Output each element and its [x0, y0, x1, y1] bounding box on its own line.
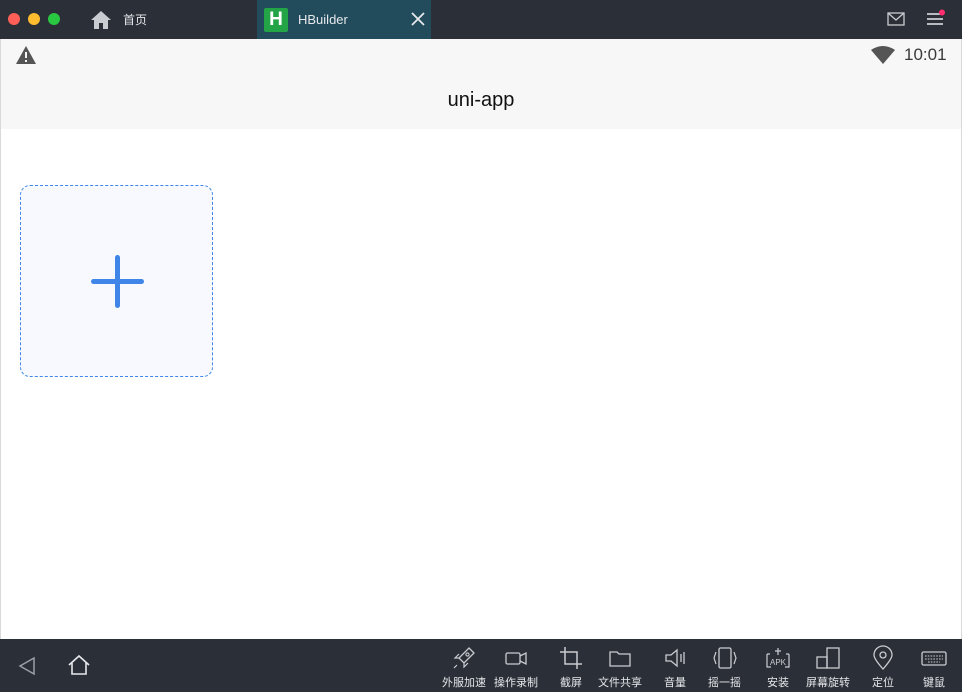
rotate-screen-button[interactable]: 屏幕旋转 [806, 645, 850, 690]
location-label: 定位 [872, 676, 894, 689]
back-triangle-icon[interactable] [16, 655, 38, 677]
volume-label: 音量 [664, 676, 686, 689]
home-outline-icon[interactable] [66, 653, 92, 677]
location-pin-icon [873, 645, 893, 670]
maximize-window-button[interactable] [48, 13, 60, 25]
mail-icon[interactable] [886, 10, 906, 28]
install-apk-button[interactable]: APK 安装 [765, 645, 791, 690]
accelerate-button[interactable]: 外服加速 [442, 645, 486, 690]
tab-home[interactable]: 首页 [80, 0, 256, 39]
menu-icon[interactable] [925, 9, 947, 29]
rotate-screen-icon [816, 647, 840, 669]
tab-hbuilder-label: HBuilder [298, 12, 348, 27]
close-window-button[interactable] [8, 13, 20, 25]
record-button[interactable]: 操作录制 [494, 645, 538, 690]
apk-icon: APK [766, 648, 790, 668]
file-share-button[interactable]: 文件共享 [598, 645, 642, 690]
warning-icon [16, 46, 36, 64]
tab-home-label: 首页 [123, 13, 148, 27]
keyboard-mouse-button[interactable]: 键鼠 [921, 645, 947, 690]
tab-hbuilder[interactable]: H HBuilder [257, 0, 431, 39]
crop-icon [560, 647, 582, 669]
upload-image-button[interactable] [20, 185, 213, 377]
app-content [1, 129, 961, 639]
status-time: 10:01 [904, 45, 947, 64]
volume-icon [665, 648, 685, 668]
accelerate-label: 外服加速 [442, 676, 486, 689]
app-navbar: uni-app [1, 71, 961, 129]
keyboard-mouse-label: 键鼠 [923, 676, 945, 689]
video-icon [505, 651, 527, 666]
install-label: 安装 [767, 676, 789, 689]
screenshot-button[interactable]: 截屏 [558, 645, 584, 690]
folder-icon [609, 651, 631, 667]
shake-button[interactable]: 摇一摇 [708, 645, 741, 690]
hbuilder-logo: H [264, 7, 288, 32]
page-title: uni-app [447, 88, 515, 111]
shake-icon [712, 647, 737, 669]
screenshot-label: 截屏 [560, 676, 582, 689]
wifi-icon [871, 46, 895, 64]
close-icon[interactable] [409, 10, 427, 28]
window-titlebar: 首页 H HBuilder [0, 0, 962, 39]
rocket-icon [453, 647, 475, 669]
apk-icon-text: APK [770, 658, 787, 667]
status-bar: 10:01 [1, 39, 961, 71]
volume-button[interactable]: 音量 [662, 645, 688, 690]
shake-label: 摇一摇 [708, 676, 741, 689]
location-button[interactable]: 定位 [870, 645, 896, 690]
device-screen: 10:01 uni-app [0, 39, 962, 639]
rotate-screen-label: 屏幕旋转 [806, 676, 850, 689]
record-label: 操作录制 [494, 676, 538, 689]
file-share-label: 文件共享 [598, 676, 642, 689]
keyboard-icon [921, 651, 947, 666]
home-icon [91, 10, 111, 29]
minimize-window-button[interactable] [28, 13, 40, 25]
emulator-toolbar: 外服加速 操作录制 截屏 文件共享 音量 摇一摇 APK 安装 屏幕旋转 定位 … [0, 639, 962, 692]
